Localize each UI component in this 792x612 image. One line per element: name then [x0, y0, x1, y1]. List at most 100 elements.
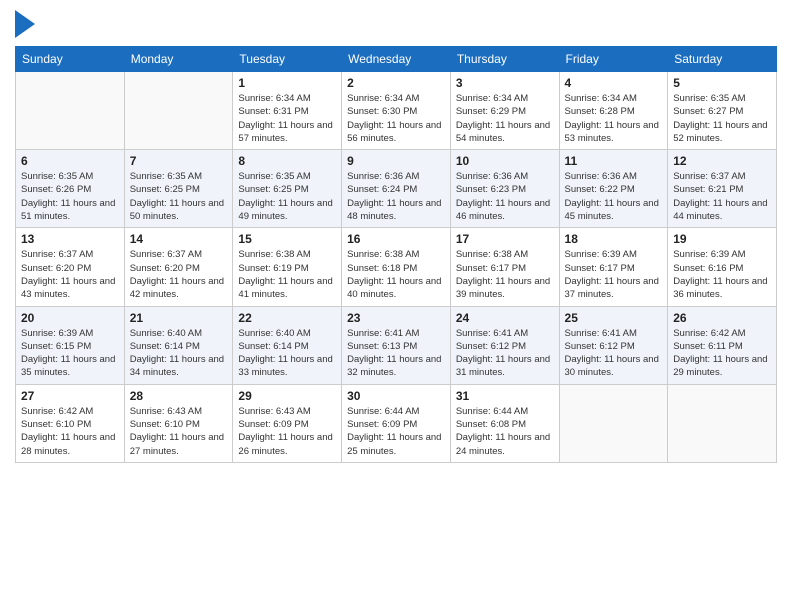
page: SundayMondayTuesdayWednesdayThursdayFrid…: [0, 0, 792, 612]
calendar-week-row: 20 Sunrise: 6:39 AM Sunset: 6:15 PM Dayli…: [16, 306, 777, 384]
day-number: 17: [456, 232, 554, 246]
day-number: 8: [238, 154, 336, 168]
day-number: 15: [238, 232, 336, 246]
calendar-day-cell: 7Sunrise: 6:35 AM Sunset: 6:25 PM Daylig…: [124, 150, 233, 228]
calendar-day-cell: 26 Sunrise: 6:42 AM Sunset: 6:11 PM Dayli…: [668, 306, 777, 384]
day-of-week-header: Sunday: [16, 47, 125, 72]
day-of-week-header: Monday: [124, 47, 233, 72]
day-info: Sunrise: 6:39 AM Sunset: 6:15 PM Dayligh…: [21, 327, 119, 380]
day-number: 29: [238, 389, 336, 403]
day-info: Sunrise: 6:34 AM Sunset: 6:29 PM Dayligh…: [456, 92, 554, 145]
day-number: 20: [21, 311, 119, 325]
day-number: 11: [565, 154, 663, 168]
day-info: Sunrise: 6:36 AM Sunset: 6:23 PM Dayligh…: [456, 170, 554, 223]
calendar-day-cell: 12 Sunrise: 6:37 AM Sunset: 6:21 PM Dayli…: [668, 150, 777, 228]
day-info: Sunrise: 6:42 AM Sunset: 6:11 PM Dayligh…: [673, 327, 771, 380]
calendar-day-cell: [668, 384, 777, 462]
calendar-day-cell: 17 Sunrise: 6:38 AM Sunset: 6:17 PM Dayli…: [450, 228, 559, 306]
calendar-day-cell: 11 Sunrise: 6:36 AM Sunset: 6:22 PM Dayli…: [559, 150, 668, 228]
day-number: 12: [673, 154, 771, 168]
day-info: Sunrise: 6:39 AM Sunset: 6:17 PM Dayligh…: [565, 248, 663, 301]
day-of-week-header: Saturday: [668, 47, 777, 72]
day-info: Sunrise: 6:35 AM Sunset: 6:26 PM Dayligh…: [21, 170, 119, 223]
calendar-week-row: 27Sunrise: 6:42 AM Sunset: 6:10 PM Dayli…: [16, 384, 777, 462]
day-number: 19: [673, 232, 771, 246]
calendar-day-cell: 18Sunrise: 6:39 AM Sunset: 6:17 PM Dayli…: [559, 228, 668, 306]
calendar-day-cell: 1 Sunrise: 6:34 AM Sunset: 6:31 PM Daylig…: [233, 72, 342, 150]
calendar-day-cell: 5 Sunrise: 6:35 AM Sunset: 6:27 PM Daylig…: [668, 72, 777, 150]
day-info: Sunrise: 6:34 AM Sunset: 6:28 PM Dayligh…: [565, 92, 663, 145]
day-info: Sunrise: 6:37 AM Sunset: 6:21 PM Dayligh…: [673, 170, 771, 223]
calendar-day-cell: 22 Sunrise: 6:40 AM Sunset: 6:14 PM Dayli…: [233, 306, 342, 384]
day-info: Sunrise: 6:40 AM Sunset: 6:14 PM Dayligh…: [130, 327, 228, 380]
calendar-day-cell: 9Sunrise: 6:36 AM Sunset: 6:24 PM Daylig…: [342, 150, 451, 228]
calendar-day-cell: 30 Sunrise: 6:44 AM Sunset: 6:09 PM Dayli…: [342, 384, 451, 462]
day-number: 23: [347, 311, 445, 325]
day-info: Sunrise: 6:44 AM Sunset: 6:09 PM Dayligh…: [347, 405, 445, 458]
day-number: 22: [238, 311, 336, 325]
day-info: Sunrise: 6:38 AM Sunset: 6:19 PM Dayligh…: [238, 248, 336, 301]
calendar-day-cell: 3Sunrise: 6:34 AM Sunset: 6:29 PM Daylig…: [450, 72, 559, 150]
calendar-day-cell: [559, 384, 668, 462]
day-info: Sunrise: 6:35 AM Sunset: 6:25 PM Dayligh…: [130, 170, 228, 223]
calendar-week-row: 13 Sunrise: 6:37 AM Sunset: 6:20 PM Dayli…: [16, 228, 777, 306]
logo-icon: [15, 10, 35, 38]
day-info: Sunrise: 6:44 AM Sunset: 6:08 PM Dayligh…: [456, 405, 554, 458]
day-number: 5: [673, 76, 771, 90]
day-info: Sunrise: 6:36 AM Sunset: 6:24 PM Dayligh…: [347, 170, 445, 223]
day-info: Sunrise: 6:37 AM Sunset: 6:20 PM Dayligh…: [130, 248, 228, 301]
day-number: 24: [456, 311, 554, 325]
calendar-day-cell: [124, 72, 233, 150]
day-info: Sunrise: 6:36 AM Sunset: 6:22 PM Dayligh…: [565, 170, 663, 223]
day-number: 25: [565, 311, 663, 325]
calendar-day-cell: 20 Sunrise: 6:39 AM Sunset: 6:15 PM Dayli…: [16, 306, 125, 384]
day-number: 1: [238, 76, 336, 90]
calendar-table: SundayMondayTuesdayWednesdayThursdayFrid…: [15, 46, 777, 463]
calendar-day-cell: 23Sunrise: 6:41 AM Sunset: 6:13 PM Dayli…: [342, 306, 451, 384]
day-info: Sunrise: 6:41 AM Sunset: 6:12 PM Dayligh…: [565, 327, 663, 380]
day-info: Sunrise: 6:37 AM Sunset: 6:20 PM Dayligh…: [21, 248, 119, 301]
calendar-day-cell: 2 Sunrise: 6:34 AM Sunset: 6:30 PM Daylig…: [342, 72, 451, 150]
logo: [15, 10, 39, 38]
day-number: 30: [347, 389, 445, 403]
calendar-day-cell: [16, 72, 125, 150]
day-info: Sunrise: 6:41 AM Sunset: 6:12 PM Dayligh…: [456, 327, 554, 380]
day-number: 28: [130, 389, 228, 403]
calendar-header-row: SundayMondayTuesdayWednesdayThursdayFrid…: [16, 47, 777, 72]
day-info: Sunrise: 6:43 AM Sunset: 6:09 PM Dayligh…: [238, 405, 336, 458]
day-info: Sunrise: 6:34 AM Sunset: 6:30 PM Dayligh…: [347, 92, 445, 145]
day-of-week-header: Tuesday: [233, 47, 342, 72]
day-number: 13: [21, 232, 119, 246]
calendar-day-cell: 31 Sunrise: 6:44 AM Sunset: 6:08 PM Dayli…: [450, 384, 559, 462]
day-info: Sunrise: 6:39 AM Sunset: 6:16 PM Dayligh…: [673, 248, 771, 301]
day-number: 31: [456, 389, 554, 403]
day-of-week-header: Wednesday: [342, 47, 451, 72]
calendar-day-cell: 29 Sunrise: 6:43 AM Sunset: 6:09 PM Dayli…: [233, 384, 342, 462]
day-info: Sunrise: 6:35 AM Sunset: 6:27 PM Dayligh…: [673, 92, 771, 145]
day-number: 4: [565, 76, 663, 90]
calendar-day-cell: 28Sunrise: 6:43 AM Sunset: 6:10 PM Dayli…: [124, 384, 233, 462]
calendar-week-row: 6Sunrise: 6:35 AM Sunset: 6:26 PM Daylig…: [16, 150, 777, 228]
calendar-day-cell: 21Sunrise: 6:40 AM Sunset: 6:14 PM Dayli…: [124, 306, 233, 384]
calendar-day-cell: 16Sunrise: 6:38 AM Sunset: 6:18 PM Dayli…: [342, 228, 451, 306]
calendar-day-cell: 13 Sunrise: 6:37 AM Sunset: 6:20 PM Dayli…: [16, 228, 125, 306]
day-info: Sunrise: 6:38 AM Sunset: 6:17 PM Dayligh…: [456, 248, 554, 301]
day-number: 10: [456, 154, 554, 168]
calendar-day-cell: 27Sunrise: 6:42 AM Sunset: 6:10 PM Dayli…: [16, 384, 125, 462]
calendar-day-cell: 15 Sunrise: 6:38 AM Sunset: 6:19 PM Dayli…: [233, 228, 342, 306]
calendar-day-cell: 8 Sunrise: 6:35 AM Sunset: 6:25 PM Daylig…: [233, 150, 342, 228]
calendar-day-cell: 4 Sunrise: 6:34 AM Sunset: 6:28 PM Daylig…: [559, 72, 668, 150]
day-info: Sunrise: 6:34 AM Sunset: 6:31 PM Dayligh…: [238, 92, 336, 145]
day-number: 2: [347, 76, 445, 90]
day-number: 26: [673, 311, 771, 325]
day-info: Sunrise: 6:35 AM Sunset: 6:25 PM Dayligh…: [238, 170, 336, 223]
calendar-day-cell: 6Sunrise: 6:35 AM Sunset: 6:26 PM Daylig…: [16, 150, 125, 228]
day-number: 14: [130, 232, 228, 246]
day-of-week-header: Friday: [559, 47, 668, 72]
day-info: Sunrise: 6:40 AM Sunset: 6:14 PM Dayligh…: [238, 327, 336, 380]
day-number: 16: [347, 232, 445, 246]
day-number: 27: [21, 389, 119, 403]
calendar-day-cell: 10 Sunrise: 6:36 AM Sunset: 6:23 PM Dayli…: [450, 150, 559, 228]
calendar-day-cell: 24 Sunrise: 6:41 AM Sunset: 6:12 PM Dayli…: [450, 306, 559, 384]
header: [15, 10, 777, 38]
